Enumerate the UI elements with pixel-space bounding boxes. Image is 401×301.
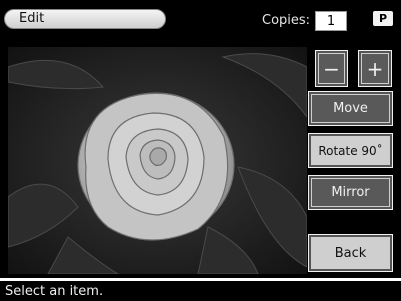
rotate-90-button[interactable]: Rotate 90˚ bbox=[308, 133, 393, 168]
screen-title: Edit bbox=[4, 9, 166, 29]
photo-preview[interactable] bbox=[8, 47, 307, 274]
zoom-in-button[interactable]: + bbox=[358, 50, 392, 87]
zoom-out-button[interactable]: − bbox=[315, 50, 348, 87]
back-button[interactable]: Back bbox=[308, 234, 393, 272]
move-button[interactable]: Move bbox=[308, 91, 393, 126]
copies-value[interactable]: 1 bbox=[315, 11, 347, 31]
minus-icon: − bbox=[319, 54, 344, 83]
printer-edit-screen: Edit Copies: 1 P − + Move Rotate 90˚ Mir… bbox=[0, 0, 401, 301]
copies-label: Copies: bbox=[262, 13, 311, 28]
flower-image bbox=[8, 47, 307, 274]
mirror-button[interactable]: Mirror bbox=[308, 175, 393, 210]
move-label: Move bbox=[312, 95, 389, 122]
plus-icon: + bbox=[362, 54, 388, 83]
status-message: Select an item. bbox=[0, 278, 401, 301]
back-label: Back bbox=[312, 238, 389, 268]
print-mode-icon: P bbox=[373, 11, 393, 26]
rotate-label: Rotate 90˚ bbox=[312, 137, 389, 164]
mirror-label: Mirror bbox=[312, 179, 389, 206]
